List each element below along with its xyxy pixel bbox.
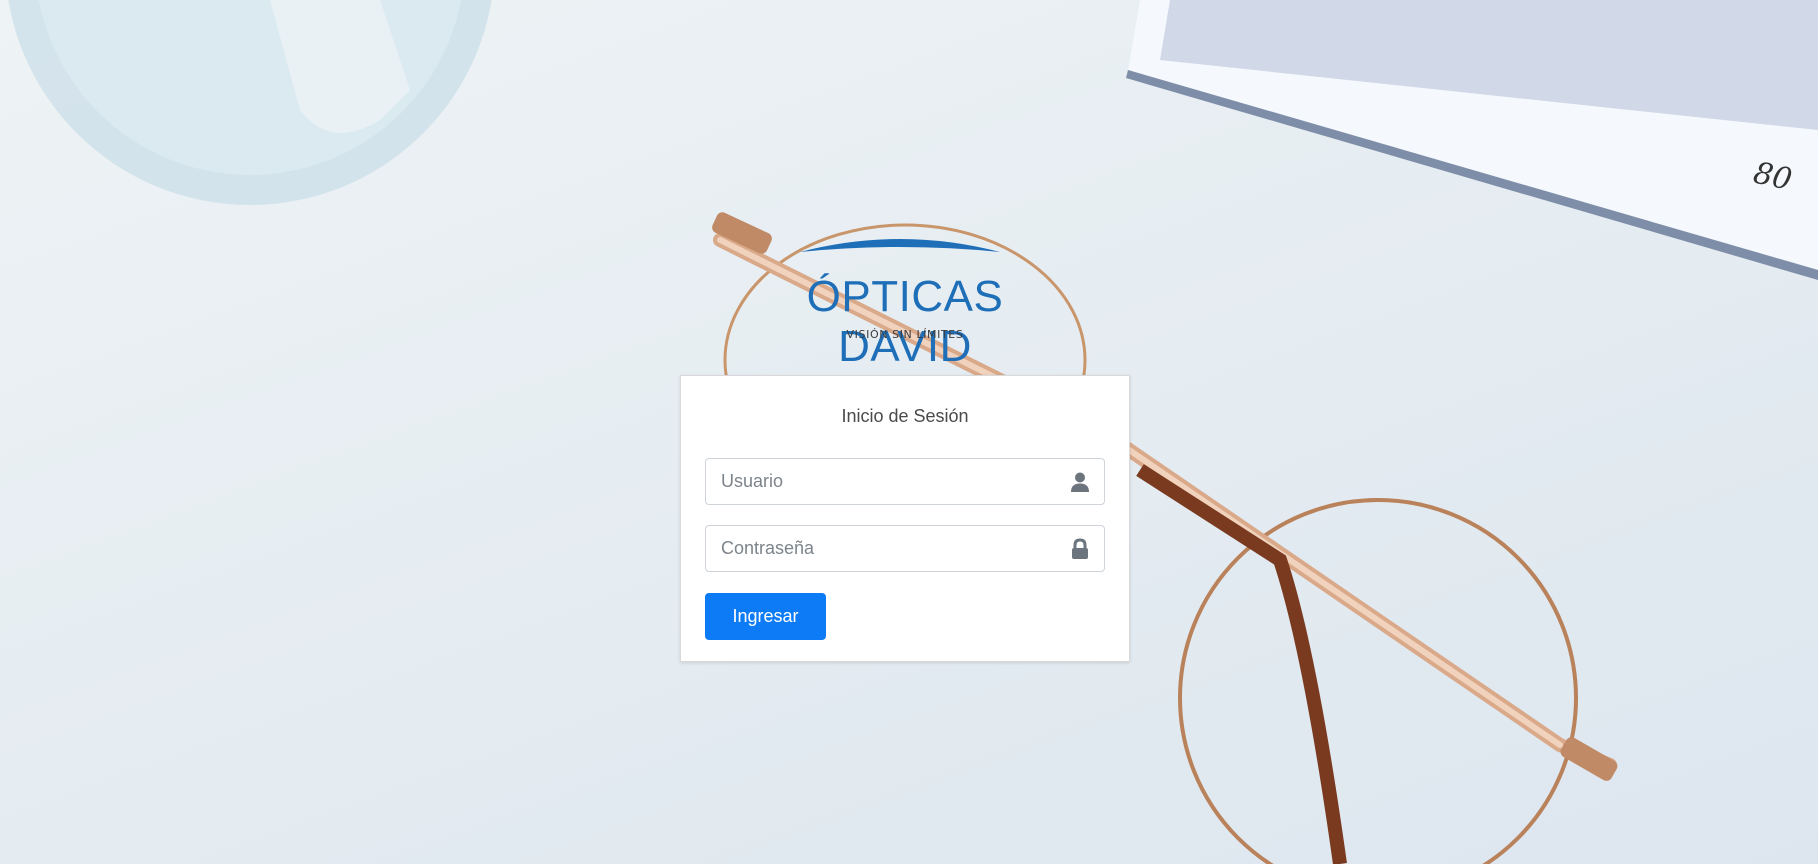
brand-logo: ÓPTICAS DAVID VISIÓN SIN LÍMITES	[740, 232, 1070, 371]
user-icon	[1071, 472, 1089, 492]
password-input[interactable]	[705, 525, 1105, 572]
brand-name: ÓPTICAS DAVID	[806, 272, 1004, 371]
password-field	[705, 525, 1105, 572]
lock-icon	[1072, 538, 1088, 559]
login-card: Inicio de Sesión Ingresar	[680, 375, 1130, 662]
username-input[interactable]	[705, 458, 1105, 505]
login-title: Inicio de Sesión	[841, 406, 969, 426]
login-submit-button[interactable]: Ingresar	[705, 593, 826, 640]
glasses-lens-front	[1178, 498, 1578, 864]
username-field	[705, 458, 1105, 505]
logo-arc-icon	[800, 239, 1000, 252]
brand-tagline: VISIÓN SIN LÍMITES	[846, 328, 964, 341]
